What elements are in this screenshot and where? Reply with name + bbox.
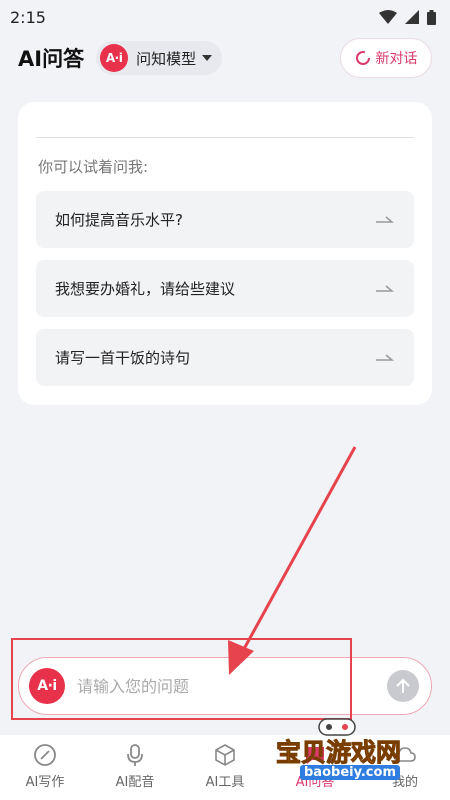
watermark-text: 宝贝游戏网 — [275, 738, 402, 768]
tab-label: AI配音 — [115, 775, 155, 790]
microphone-icon — [127, 744, 143, 766]
watermark-url: baobeiy.com — [300, 765, 400, 780]
tab-label: AI写作 — [25, 775, 65, 790]
pencil-icon — [34, 744, 56, 766]
tab-label: AI工具 — [205, 775, 245, 790]
tab-ai-writing[interactable]: AI写作 — [0, 735, 90, 800]
cube-icon — [215, 744, 235, 766]
tab-ai-tools[interactable]: AI工具 — [180, 735, 270, 800]
tab-ai-voice[interactable]: AI配音 — [90, 735, 180, 800]
watermark-logo: 宝贝游戏网 baobeiy.com — [272, 715, 422, 790]
annotation-arrow — [228, 446, 357, 675]
